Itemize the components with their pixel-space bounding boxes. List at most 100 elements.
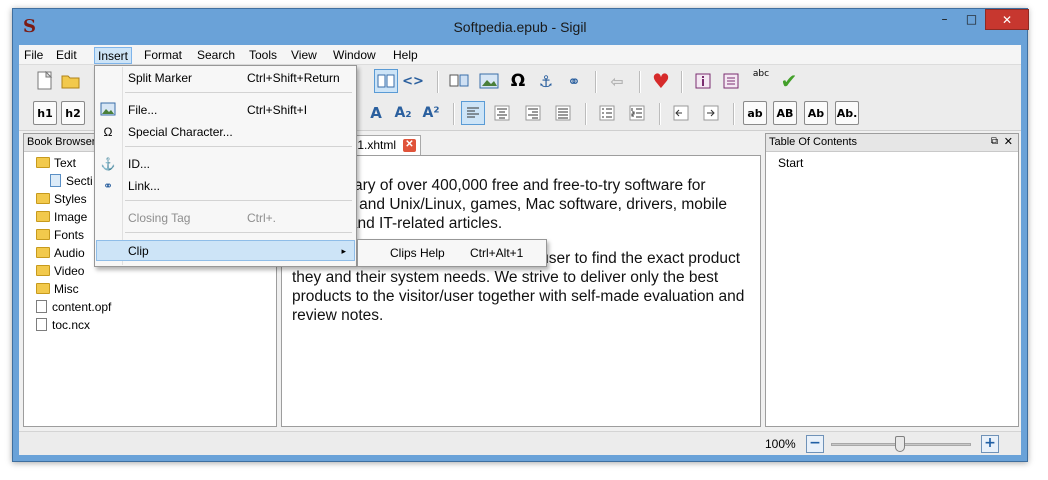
- folder-icon: [36, 193, 50, 204]
- open-folder-icon[interactable]: [59, 69, 83, 93]
- menu-item-clip[interactable]: Clip ▸: [96, 240, 355, 261]
- toolbar-separator: [585, 103, 587, 125]
- split-icon[interactable]: [447, 69, 471, 93]
- uppercase-button[interactable]: AB: [773, 101, 797, 125]
- menu-item-label: Split Marker: [128, 71, 193, 85]
- sentencecase-button[interactable]: Ab.: [835, 101, 859, 125]
- special-character-icon[interactable]: Ω: [506, 69, 530, 93]
- donate-heart-icon[interactable]: ♥: [649, 69, 673, 93]
- heading-2-button[interactable]: h2: [61, 101, 85, 125]
- book-tree-item[interactable]: Audio: [36, 244, 85, 262]
- book-tree-item[interactable]: Misc: [36, 280, 79, 298]
- zoom-slider-handle[interactable]: [895, 436, 905, 452]
- menu-help[interactable]: Help: [390, 47, 421, 64]
- book-tree-item[interactable]: content.opf: [36, 298, 111, 316]
- menu-view[interactable]: View: [288, 47, 320, 64]
- menu-separator: [125, 92, 352, 93]
- menu-item-file[interactable]: File... Ctrl+Shift+I: [97, 100, 354, 121]
- book-tree-item-label: Video: [54, 264, 85, 278]
- spellcheck-icon[interactable]: abc: [749, 69, 773, 93]
- book-tree-item[interactable]: Text: [36, 154, 76, 172]
- menu-tools[interactable]: Tools: [246, 47, 280, 64]
- maximize-button[interactable]: □: [958, 9, 985, 30]
- decrease-indent-icon[interactable]: [669, 101, 693, 125]
- menu-file[interactable]: File: [21, 47, 46, 64]
- toolbar-separator: [733, 103, 735, 125]
- book-tree-item-label: Fonts: [54, 228, 85, 242]
- subscript-button[interactable]: A₂: [391, 101, 415, 125]
- text-style-icon[interactable]: A: [364, 101, 388, 125]
- float-panel-icon[interactable]: ⧉: [991, 136, 998, 147]
- toc-edit-icon[interactable]: [719, 69, 743, 93]
- menu-format[interactable]: Format: [141, 47, 185, 64]
- book-view-icon[interactable]: [374, 69, 398, 93]
- book-tree-item[interactable]: Image: [36, 208, 87, 226]
- menu-insert[interactable]: Insert: [94, 47, 133, 64]
- link-icon: ⚭: [102, 179, 114, 193]
- book-tree-item[interactable]: Video: [36, 262, 84, 280]
- submenu-arrow-icon: ▸: [341, 246, 346, 256]
- book-tree-item-label: Secti: [66, 174, 93, 188]
- numbered-list-icon[interactable]: [625, 101, 649, 125]
- book-tree-item[interactable]: Fonts: [36, 226, 84, 244]
- code-view-icon[interactable]: <>: [401, 69, 425, 93]
- superscript-button[interactable]: A²: [419, 101, 443, 125]
- toolbar-separator: [659, 103, 661, 125]
- back-arrow-icon[interactable]: ⇦: [605, 69, 629, 93]
- toolbar-separator: [595, 71, 597, 93]
- title-bar[interactable]: S Softpedia.epub - Sigil – □ ✕: [13, 9, 1029, 45]
- metadata-icon[interactable]: [691, 69, 715, 93]
- menu-item-special-character[interactable]: Ω Special Character...: [97, 122, 354, 143]
- link-icon[interactable]: ⚭: [562, 69, 586, 93]
- menu-item-label: ID...: [128, 157, 151, 171]
- book-tree-item-label: toc.ncx: [52, 318, 91, 332]
- folder-icon: [36, 265, 50, 276]
- lowercase-button[interactable]: ab: [743, 101, 767, 125]
- book-tree-item[interactable]: toc.ncx: [36, 316, 90, 334]
- bullet-list-icon[interactable]: [595, 101, 619, 125]
- insert-image-icon[interactable]: [477, 69, 501, 93]
- menu-search[interactable]: Search: [194, 47, 238, 64]
- client-area: File Edit Insert Format Search Tools Vie…: [19, 45, 1021, 455]
- toc-item[interactable]: Start: [778, 154, 803, 172]
- anchor-icon[interactable]: ⚓: [534, 69, 558, 93]
- menu-item-shortcut: Ctrl+Alt+1: [470, 246, 524, 260]
- menu-item-clips-help[interactable]: Clips Help Ctrl+Alt+1: [360, 243, 544, 264]
- menu-window[interactable]: Window: [330, 47, 379, 64]
- menu-item-id[interactable]: ⚓ ID...: [97, 154, 354, 175]
- menu-item-label: Link...: [128, 179, 161, 193]
- close-tab-icon[interactable]: ✕: [403, 139, 416, 152]
- zoom-in-button[interactable]: +: [981, 435, 999, 453]
- menu-item-split-marker[interactable]: Split Marker Ctrl+Shift+Return: [97, 68, 354, 89]
- menu-item-shortcut: Ctrl+Shift+I: [247, 103, 308, 117]
- book-tree-item-label: Styles: [54, 192, 87, 206]
- zoom-out-button[interactable]: −: [806, 435, 824, 453]
- book-tree-item-label: Image: [54, 210, 88, 224]
- titlecase-button[interactable]: Ab: [804, 101, 828, 125]
- folder-icon: [36, 247, 50, 258]
- align-justify-icon[interactable]: [551, 101, 575, 125]
- heading-1-button[interactable]: h1: [33, 101, 57, 125]
- menu-item-link[interactable]: ⚭ Link...: [97, 176, 354, 197]
- align-center-icon[interactable]: [490, 101, 514, 125]
- close-button[interactable]: ✕: [985, 9, 1029, 30]
- align-right-icon[interactable]: [521, 101, 545, 125]
- new-file-icon[interactable]: [33, 69, 57, 93]
- folder-icon: [36, 229, 50, 240]
- file-icon: [36, 300, 47, 313]
- menu-edit[interactable]: Edit: [53, 47, 80, 64]
- validate-check-icon[interactable]: ✔: [777, 69, 801, 93]
- book-tree-item[interactable]: Styles: [36, 190, 87, 208]
- folder-icon: [36, 283, 50, 294]
- menu-separator: [125, 232, 352, 233]
- editor-paragraph[interactable]: a is a library of over 400,000 free and …: [292, 176, 752, 233]
- align-left-icon[interactable]: [461, 101, 485, 125]
- increase-indent-icon[interactable]: [699, 101, 723, 125]
- menu-separator: [125, 200, 352, 201]
- minimize-button[interactable]: –: [931, 9, 958, 30]
- menu-item-label: File...: [128, 103, 158, 117]
- book-tree-item[interactable]: Secti: [50, 172, 93, 190]
- app-window: S Softpedia.epub - Sigil – □ ✕ File Edit…: [12, 8, 1029, 462]
- clip-submenu: Clips Help Ctrl+Alt+1: [357, 239, 547, 267]
- close-panel-icon[interactable]: ✕: [1004, 135, 1013, 148]
